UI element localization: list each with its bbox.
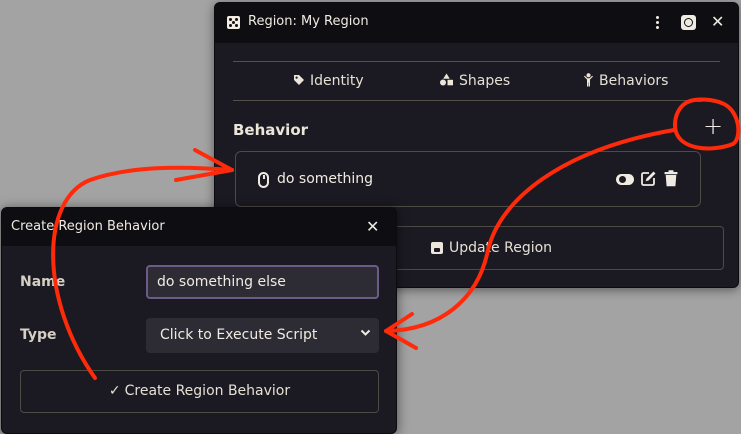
check-icon: ✓	[108, 383, 121, 399]
create-behavior-dialog: Create Region Behavior ✕ Name do somethi…	[1, 207, 397, 434]
chevron-down-icon	[360, 327, 371, 341]
tabs-divider-top	[233, 61, 720, 62]
create-dialog-header[interactable]: Create Region Behavior ✕	[2, 208, 396, 246]
child-reaching-icon	[583, 72, 594, 90]
type-label: Type	[20, 327, 57, 343]
tab-identity[interactable]: Identity	[293, 71, 364, 91]
create-dialog-close-button[interactable]: ✕	[366, 217, 379, 237]
edit-icon[interactable]	[640, 170, 657, 187]
create-behavior-label: Create Region Behavior	[124, 383, 291, 399]
region-window-close-button[interactable]: ✕	[711, 12, 724, 32]
trash-icon[interactable]	[664, 170, 678, 187]
more-options-icon[interactable]	[653, 16, 661, 30]
save-icon	[430, 242, 443, 254]
behavior-section-title: Behavior	[233, 121, 309, 139]
tab-shapes[interactable]: Shapes	[439, 71, 510, 91]
tag-icon	[293, 74, 305, 89]
tabs-divider-bottom	[233, 100, 720, 101]
type-select-value: Click to Execute Script	[160, 327, 318, 343]
behavior-name: do something	[277, 171, 374, 187]
add-behavior-button[interactable]: +	[702, 114, 724, 139]
region-window-title: Region: My Region	[248, 14, 369, 29]
update-region-label: Update Region	[448, 240, 553, 256]
tab-behaviors[interactable]: Behaviors	[583, 71, 668, 91]
behavior-list-item[interactable]: do something	[235, 151, 701, 207]
name-label: Name	[20, 274, 66, 290]
shapes-icon	[439, 73, 454, 89]
region-window-header[interactable]: Region: My Region ✕	[215, 3, 738, 43]
create-dialog-title: Create Region Behavior	[11, 219, 165, 234]
tab-behaviors-label: Behaviors	[599, 73, 669, 89]
desktop: Region: My Region ✕ Identity Shapes Beha…	[0, 0, 741, 434]
mouse-icon	[258, 172, 269, 188]
toggle-on-icon[interactable]	[616, 174, 634, 185]
name-input[interactable]: do something else	[146, 265, 379, 299]
dice-icon	[227, 16, 240, 29]
tab-identity-label: Identity	[310, 73, 364, 89]
tab-shapes-label: Shapes	[459, 73, 511, 89]
create-behavior-button[interactable]: ✓ Create Region Behavior	[20, 370, 379, 413]
globe-icon[interactable]	[681, 15, 696, 30]
type-select[interactable]: Click to Execute Script	[146, 318, 379, 353]
